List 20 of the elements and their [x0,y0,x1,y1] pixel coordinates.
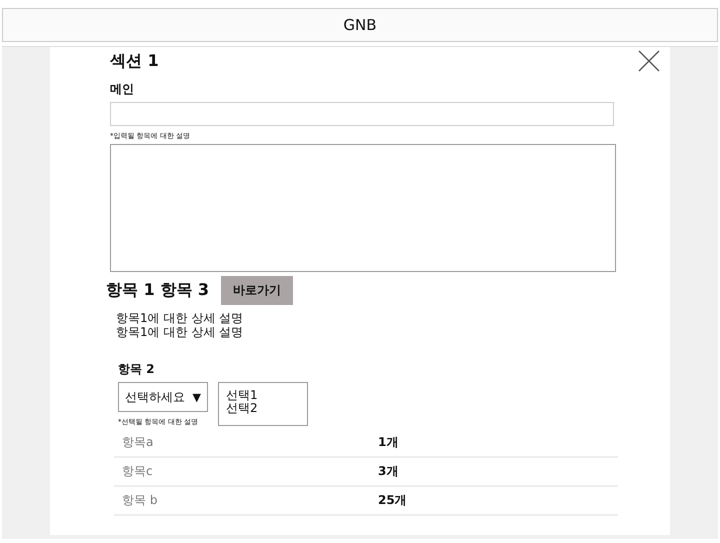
list-option[interactable]: 선택2 [226,402,300,415]
close-icon[interactable] [638,50,660,72]
item-description: 항목1에 대한 상세 설명 [116,325,244,339]
row-count: 3개 [378,463,398,480]
field-label: 항목 2 [118,361,155,378]
item-title: 항목 1 항목 3 [106,280,209,301]
row-count: 25개 [378,492,407,509]
shortcut-button[interactable]: 바로가기 [220,276,293,305]
input-field[interactable] [110,102,614,126]
list-option[interactable]: 선택1 [226,389,300,402]
text-area[interactable] [110,144,616,272]
bar-title: GNB [343,16,377,34]
row-name: 항목 b [121,492,158,509]
dropdown[interactable]: 선택하세요 ▼ [118,382,208,412]
field-label: 메인 [110,81,134,98]
row-name: 항목c [121,463,154,480]
row-name: 항목a [121,434,154,451]
row-count: 1개 [378,434,398,451]
item-description: 항목1에 대한 상세 설명 [116,311,244,325]
section-title: 섹션 1 [110,51,159,72]
